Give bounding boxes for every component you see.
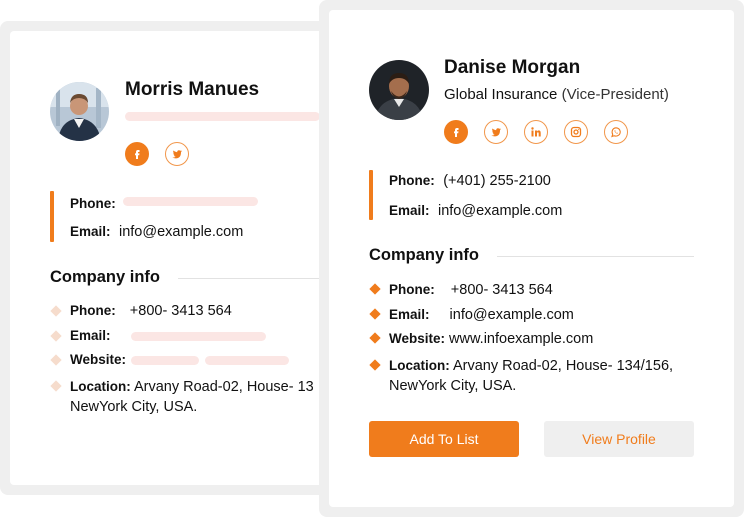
back-email-value[interactable]: info@example.com xyxy=(119,224,243,240)
add-to-list-button[interactable]: Add To List xyxy=(369,421,519,457)
front-company-divider xyxy=(497,256,694,257)
front-company-phone-value[interactable]: +800- 3413 564 xyxy=(451,282,553,298)
twitter-icon xyxy=(172,150,182,159)
front-contact-accent xyxy=(369,170,373,220)
back-company-location-line2: NewYork City, USA. xyxy=(70,399,198,415)
back-twitter-button[interactable] xyxy=(165,142,189,166)
twitter-icon xyxy=(491,128,501,137)
back-facebook-button[interactable] xyxy=(125,142,149,166)
front-twitter-button[interactable] xyxy=(484,120,508,144)
back-phone-label: Phone: xyxy=(70,196,116,211)
back-company-location: Location: Arvany Road-02, House- 13 NewY… xyxy=(70,377,320,417)
avatar-photo xyxy=(50,82,109,141)
front-company-phone: Phone: +800- 3413 564 xyxy=(389,280,553,300)
front-email-value[interactable]: info@example.com xyxy=(438,203,562,219)
front-email-row: Email: info@example.com xyxy=(389,202,562,220)
front-phone-value[interactable]: (+401) 255-2100 xyxy=(443,173,551,189)
back-phone-placeholder xyxy=(123,197,258,206)
avatar xyxy=(369,60,429,120)
front-company-website-label: Website: xyxy=(389,331,446,346)
back-email-row: Email: info@example.com xyxy=(70,223,243,241)
front-phone-label: Phone: xyxy=(389,173,435,188)
back-company-email-placeholder xyxy=(131,332,266,341)
back-email-label: Email: xyxy=(70,224,111,239)
facebook-icon xyxy=(135,150,140,159)
back-company-website-placeholder xyxy=(131,356,199,365)
avatar xyxy=(50,82,109,141)
front-company-email-value[interactable]: info@example.com xyxy=(450,307,574,323)
front-company-website: Website: www.infoexample.com xyxy=(389,329,593,349)
facebook-icon xyxy=(454,128,459,137)
back-phone-row: Phone: xyxy=(70,195,116,213)
front-company-location: Location: Arvany Road-02, House- 134/156… xyxy=(389,356,719,396)
front-company-info-title: Company info xyxy=(369,246,479,264)
front-company-location-line1: Arvany Road-02, House- 134/156, xyxy=(452,358,674,374)
front-linkedin-button[interactable] xyxy=(524,120,548,144)
back-company-location-label: Location: xyxy=(70,379,131,394)
front-company-location-label: Location: xyxy=(389,358,450,373)
back-company-location-line1: Arvany Road-02, House- 13 xyxy=(133,379,314,395)
back-company-divider xyxy=(178,278,320,279)
back-company-placeholder xyxy=(125,112,320,121)
front-facebook-button[interactable] xyxy=(444,120,468,144)
back-contact-accent xyxy=(50,191,54,242)
back-company-email-label: Email: xyxy=(70,328,111,343)
front-company-phone-label: Phone: xyxy=(389,282,435,297)
back-company-phone: Phone: +800- 3413 564 xyxy=(70,301,232,321)
front-company-website-value[interactable]: www.infoexample.com xyxy=(449,331,593,347)
front-role: (Vice-President) xyxy=(561,86,669,103)
back-name: Morris Manues xyxy=(125,79,260,100)
front-email-label: Email: xyxy=(389,203,430,218)
avatar-photo xyxy=(369,60,429,120)
front-instagram-button[interactable] xyxy=(564,120,588,144)
front-company-email: Email: info@example.com xyxy=(389,305,574,325)
back-company-phone-value[interactable]: +800- 3413 564 xyxy=(130,303,232,319)
front-company: Global Insurance xyxy=(444,86,558,103)
back-company-website-label: Website: xyxy=(70,352,127,367)
back-company-info-title: Company info xyxy=(50,268,160,286)
front-company-email-label: Email: xyxy=(389,307,430,322)
linkedin-icon xyxy=(531,127,541,137)
front-company-location-line2: NewYork City, USA. xyxy=(389,378,517,394)
front-company-line: Global Insurance (Vice-President) xyxy=(444,86,669,103)
instagram-icon xyxy=(570,126,582,138)
back-company-email: Email: xyxy=(70,326,111,346)
front-phone-row: Phone: (+401) 255-2100 xyxy=(389,172,551,190)
whatsapp-icon xyxy=(611,127,621,138)
front-name: Danise Morgan xyxy=(444,57,581,78)
back-company-website-placeholder xyxy=(205,356,289,365)
back-company-phone-label: Phone: xyxy=(70,303,116,318)
front-whatsapp-button[interactable] xyxy=(604,120,628,144)
view-profile-button[interactable]: View Profile xyxy=(544,421,694,457)
back-company-website: Website: xyxy=(70,350,126,370)
